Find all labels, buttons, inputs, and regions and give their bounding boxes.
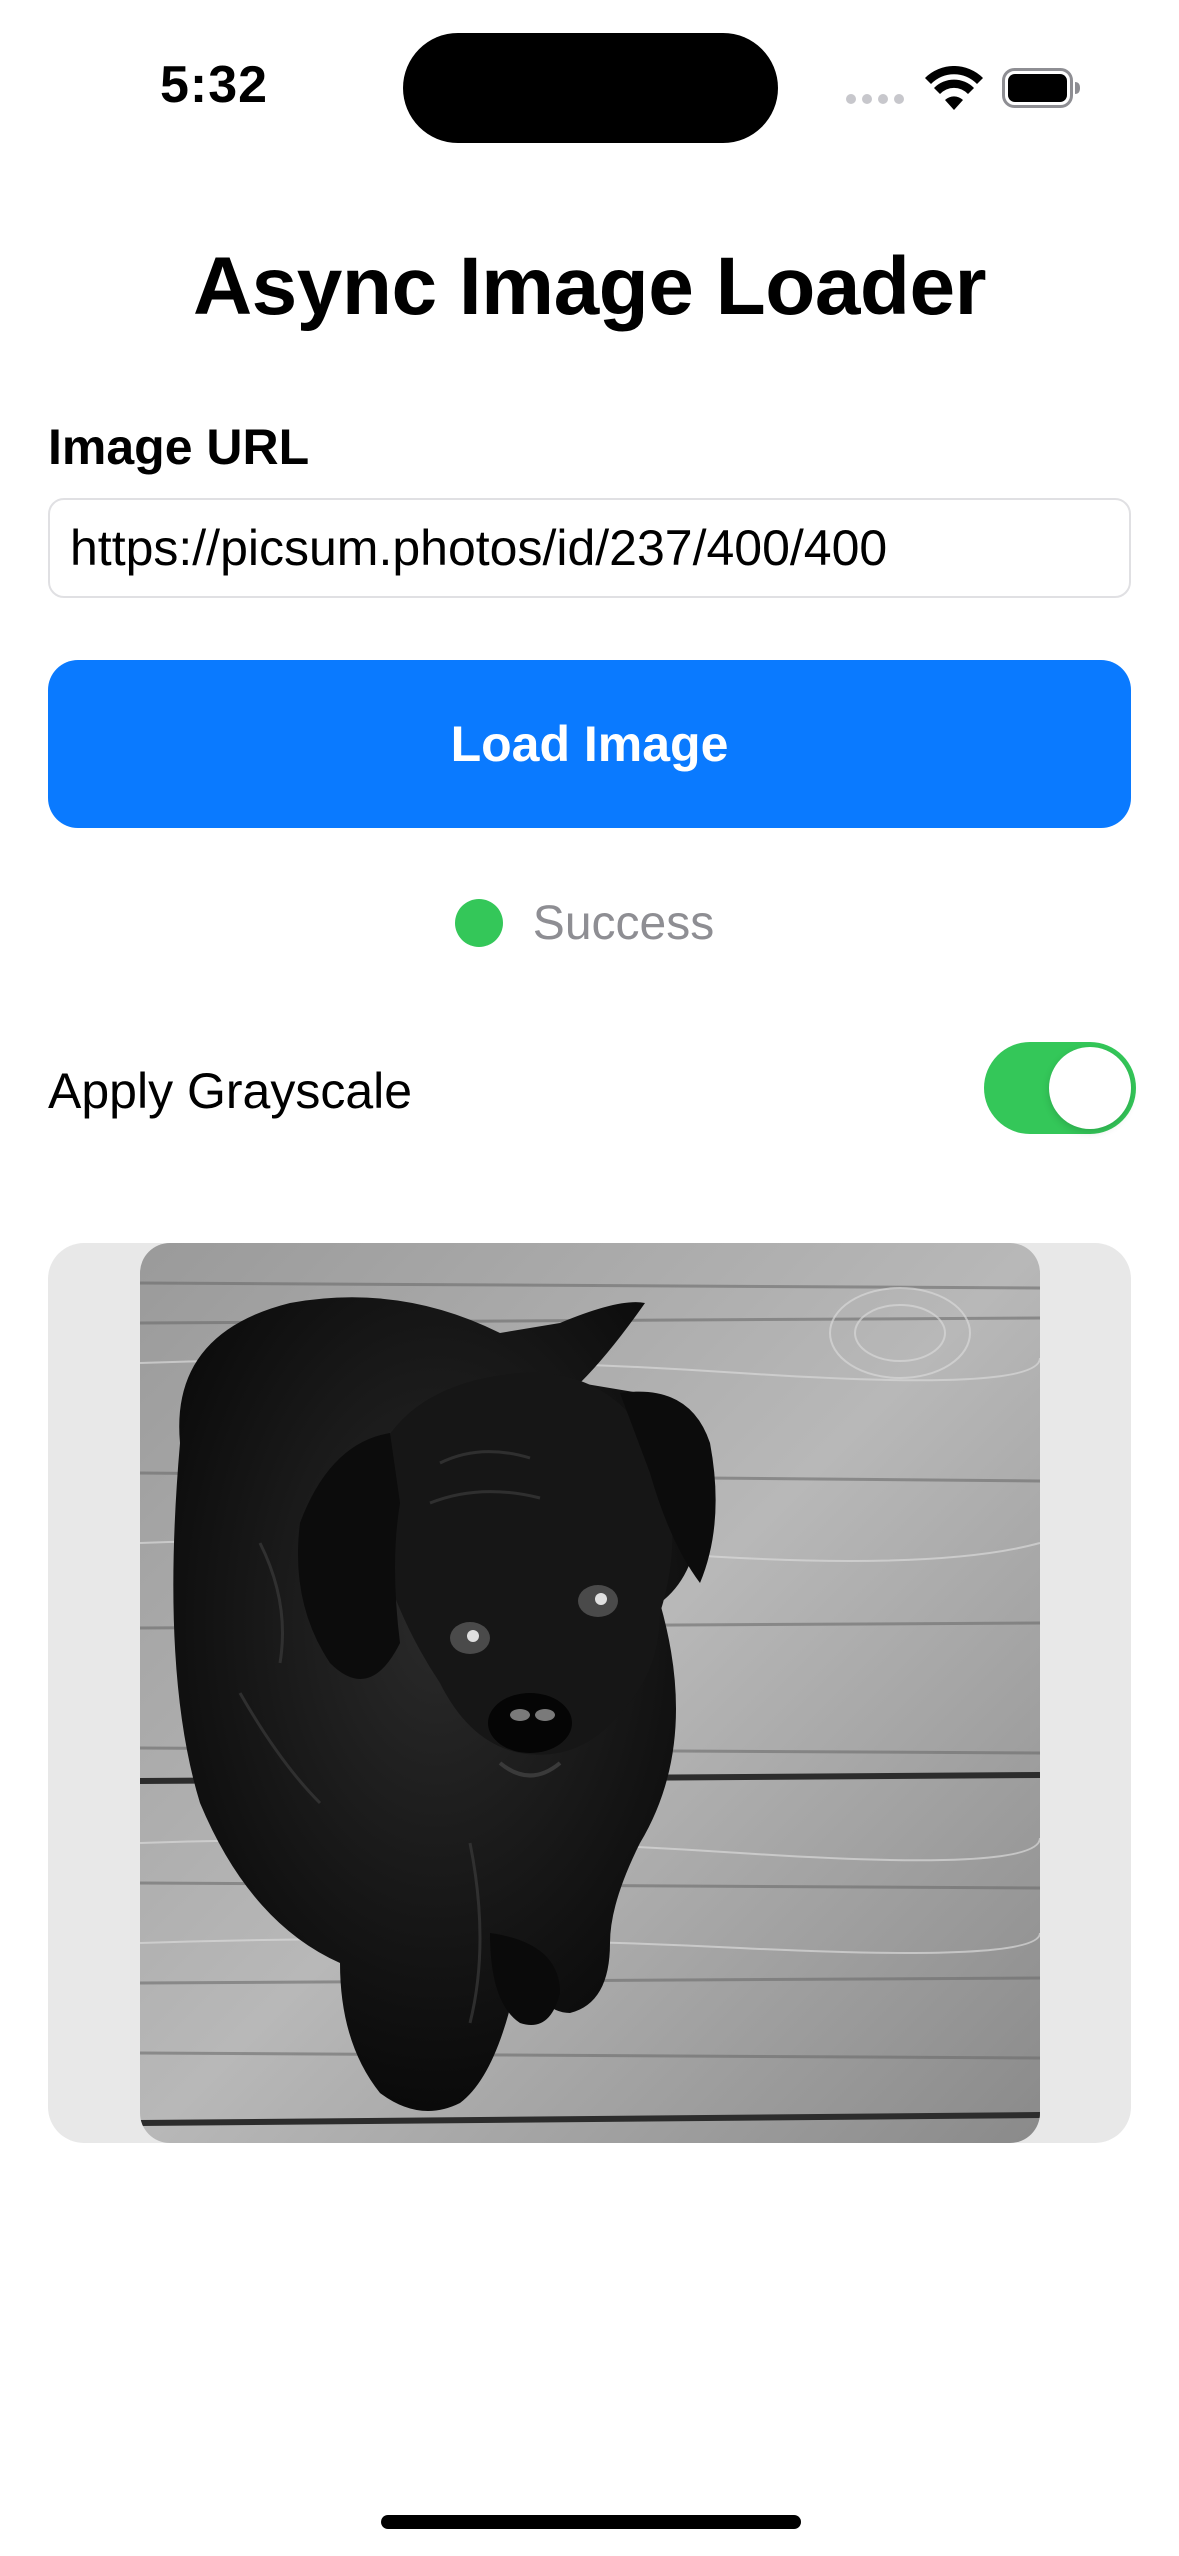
load-image-button-label: Load Image (450, 716, 729, 772)
status-text: Success (532, 896, 715, 950)
image-preview-card (48, 1243, 1131, 2143)
status-dot (454, 899, 503, 947)
dynamic-island (403, 33, 778, 143)
puppy-photo (140, 1243, 1040, 2143)
wifi-icon (925, 66, 983, 110)
home-indicator[interactable] (381, 2515, 801, 2529)
grayscale-toggle[interactable] (984, 1042, 1136, 1134)
image-url-label: Image URL (48, 419, 310, 475)
image-url-input[interactable] (48, 498, 1131, 598)
toggle-knob (1049, 1047, 1131, 1129)
battery-icon (1002, 68, 1080, 108)
cellular-signal-icon (846, 94, 904, 104)
status-row: Success (0, 893, 1179, 953)
status-time: 5:32 (160, 56, 269, 114)
grayscale-toggle-label: Apply Grayscale (48, 1063, 413, 1119)
page-title: Async Image Loader (192, 241, 987, 332)
load-image-button[interactable]: Load Image (48, 660, 1131, 828)
